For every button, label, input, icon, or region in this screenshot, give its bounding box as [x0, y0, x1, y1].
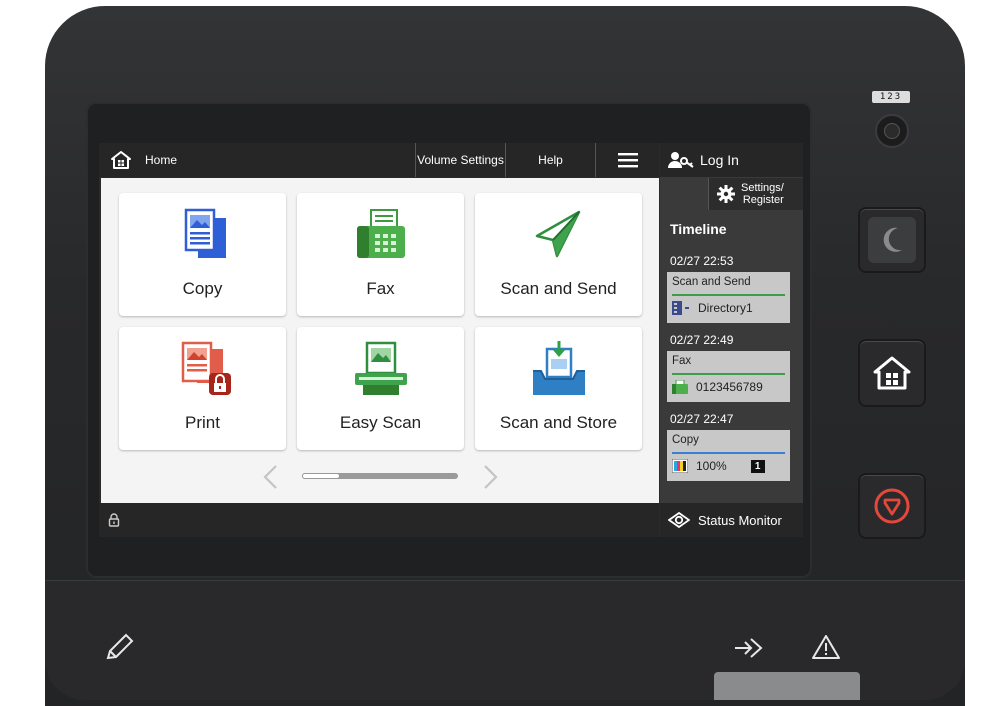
timeline-entry-copy[interactable]: Copy 100% 1 [667, 430, 790, 481]
tile-fax[interactable]: Fax [297, 193, 464, 316]
tile-copy[interactable]: Copy [119, 193, 286, 316]
home-content-area: Copy Fax Scan and Send Print Easy Scan S… [101, 178, 659, 503]
lock-icon [108, 513, 120, 527]
tile-label: Copy [182, 279, 223, 298]
home-icon [873, 356, 911, 390]
status-monitor-label: Status Monitor [698, 512, 782, 528]
help-button[interactable]: Help [505, 143, 595, 177]
fax-icon [356, 209, 405, 258]
chevron-right-icon[interactable] [482, 464, 500, 490]
scan-store-icon [532, 341, 585, 395]
settings-register-button[interactable]: Settings/ Register [708, 178, 803, 210]
hamburger-menu-icon [617, 153, 638, 168]
warning-icon [812, 635, 840, 659]
page-scroll-thumb[interactable] [302, 473, 340, 479]
top-bar: Home Volume Settings Help [99, 143, 659, 177]
menu-button[interactable] [595, 143, 659, 177]
timeline-entry-scan-and-send[interactable]: Scan and Send Directory1 [667, 272, 790, 323]
copies-badge: 1 [750, 459, 765, 473]
data-in-icon [735, 638, 763, 658]
log-in-button[interactable]: Log In [660, 143, 803, 177]
tile-scan-and-store[interactable]: Scan and Store [475, 327, 642, 450]
home-icon [111, 151, 131, 169]
settings-label-line2: Register [742, 194, 784, 206]
timeline-entry-fax[interactable]: Fax 0123456789 [667, 351, 790, 402]
tile-label: Fax [366, 279, 395, 298]
bottom-status-bar [99, 503, 659, 537]
moon-icon [883, 227, 902, 252]
volume-settings-button[interactable]: Volume Settings [415, 143, 505, 177]
touch-screen: Home Volume Settings Help Copy Fax Scan … [99, 143, 803, 537]
scan-send-icon [535, 210, 580, 258]
numeric-keypad-badge: 123 [872, 91, 910, 103]
tile-easy-scan[interactable]: Easy Scan [297, 327, 464, 450]
timeline-job-detail: Directory1 [698, 301, 753, 315]
color-copy-icon [672, 459, 688, 473]
tile-label: Scan and Store [499, 413, 618, 432]
sleep-button[interactable] [858, 207, 926, 273]
page-indicator [101, 462, 659, 492]
volume-settings-label: Volume Settings [417, 153, 504, 167]
directory-icon [672, 301, 689, 315]
print-icon [181, 341, 231, 395]
numeric-keypad-button[interactable] [875, 114, 909, 148]
home-hardware-button[interactable] [858, 339, 926, 407]
timeline-job-detail: 0123456789 [696, 380, 763, 394]
chevron-left-icon[interactable] [261, 464, 279, 490]
easy-scan-icon [354, 341, 407, 395]
copy-icon [184, 208, 226, 258]
tile-label: Easy Scan [339, 413, 422, 432]
pencil-icon[interactable] [104, 632, 136, 662]
timeline-job-name: Scan and Send [672, 276, 751, 288]
tile-label: Scan and Send [500, 279, 617, 298]
stop-icon [874, 488, 910, 524]
home-tab-button[interactable]: Home [99, 143, 415, 177]
log-in-label: Log In [700, 152, 739, 168]
timeline-accent-rule [672, 294, 785, 296]
panel-tilt-tab[interactable] [714, 672, 860, 700]
stop-button[interactable] [858, 473, 926, 539]
help-label: Help [538, 153, 563, 167]
timeline-accent-rule [672, 452, 785, 454]
timeline-title: Timeline [670, 221, 727, 237]
timeline-accent-rule [672, 373, 785, 375]
fax-small-icon [672, 380, 688, 394]
timeline-time: 02/27 22:53 [670, 254, 734, 268]
user-key-icon [668, 152, 694, 168]
tile-label: Print [185, 413, 220, 432]
tile-scan-and-send[interactable]: Scan and Send [475, 193, 642, 316]
gear-icon [717, 185, 735, 203]
timeline-time: 02/27 22:47 [670, 412, 734, 426]
settings-label-line1: Settings/ [741, 182, 784, 194]
timeline-job-detail: 100% [696, 459, 727, 473]
right-sidebar: Log In Settings/ Register Timeline 02/27… [660, 143, 803, 537]
status-monitor-icon [668, 512, 690, 528]
home-label: Home [145, 153, 178, 167]
timeline-job-name: Copy [672, 434, 699, 446]
timeline-time: 02/27 22:49 [670, 333, 734, 347]
tile-print[interactable]: Print [119, 327, 286, 450]
timeline-job-name: Fax [672, 355, 692, 367]
status-monitor-button[interactable]: Status Monitor [660, 503, 803, 537]
